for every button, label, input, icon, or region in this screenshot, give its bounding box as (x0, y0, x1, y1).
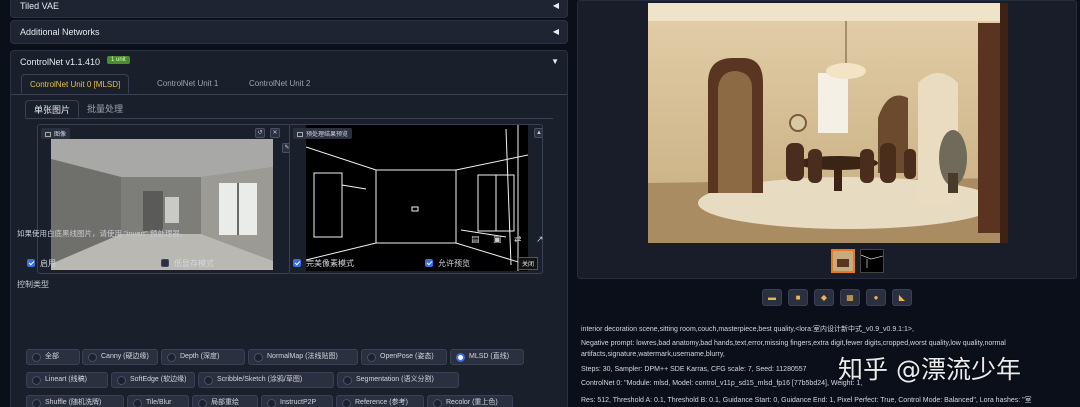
control-type-option[interactable]: Scribble/Sketch (涂鸦/草图) (198, 372, 334, 388)
open-folder-icon[interactable]: ▬ (762, 289, 782, 306)
checkbox-label: 完美像素模式 (306, 259, 354, 268)
image-label: 图像 (41, 128, 71, 139)
control-type-option[interactable]: Tile/Blur (127, 395, 189, 407)
preview-image (305, 125, 529, 271)
upload-icon[interactable]: ▲ (534, 128, 542, 138)
tab-batch[interactable]: 批量处理 (79, 100, 131, 118)
control-type-option[interactable]: Canny (硬边缘) (82, 349, 158, 365)
checkbox-label: 启用 (40, 259, 56, 268)
control-type-option[interactable]: Recolor (重上色) (427, 395, 513, 407)
swap-icon[interactable]: ⇄ (514, 234, 522, 245)
checkbox-box[interactable] (27, 259, 35, 267)
close-preview-button[interactable]: 关闭 (517, 257, 538, 270)
controlnet-title[interactable]: ControlNet v1.1.410 (20, 57, 100, 67)
expand-arrow-icon[interactable]: ▼ (551, 57, 559, 66)
image-label-text: 图像 (54, 132, 67, 138)
output-panel: ▬ ■ ◆ ▦ ● ◣ interior decoration scene,si… (572, 0, 1080, 407)
zip-icon[interactable]: ◆ (814, 289, 834, 306)
generated-image[interactable] (648, 3, 1008, 243)
tab-controlnet-unit-0[interactable]: ControlNet Unit 0 [MLSD] (21, 74, 130, 94)
image-icon (297, 131, 303, 137)
input-image (51, 139, 273, 270)
close-icon[interactable]: ✕ (270, 128, 280, 138)
accordion-title: Tiled VAE (20, 1, 60, 11)
control-type-option[interactable]: 全部 (26, 349, 80, 365)
tab-controlnet-unit-1[interactable]: ControlNet Unit 1 (149, 74, 226, 94)
tab-single-image[interactable]: 单张图片 (25, 100, 80, 118)
new-canvas-icon[interactable]: ▤ (471, 234, 480, 245)
pixel-perfect-checkbox[interactable]: 完美像素模式 (293, 258, 354, 269)
checkbox-label: 允许预览 (438, 259, 470, 268)
left-panel: Tiled VAE ◀ Additional Networks ◀ Contro… (0, 0, 572, 407)
preview-label: 预处理结果预览 (293, 128, 353, 139)
tab-divider (11, 94, 567, 95)
control-type-option[interactable]: NormalMap (法线贴图) (248, 349, 358, 365)
collapse-arrow-icon[interactable]: ◀ (553, 1, 559, 10)
send-dimensions-icon[interactable]: ↗ (536, 234, 544, 245)
control-type-option[interactable]: OpenPose (姿态) (361, 349, 447, 365)
send-to-inpaint-icon[interactable]: ● (866, 289, 886, 306)
generation-info-line: Negative prompt: lowres,bad anatomy,bad … (581, 340, 1006, 347)
low-vram-checkbox[interactable]: 低显存模式 (161, 258, 214, 269)
send-to-extras-icon[interactable]: ◣ (892, 289, 912, 306)
save-icon[interactable]: ■ (788, 289, 808, 306)
gallery-thumbnail-map[interactable] (860, 249, 884, 273)
generation-info-line: artifacts,signature,watermark,username,b… (581, 351, 725, 358)
output-gallery (577, 0, 1077, 279)
gallery-thumbnail-output[interactable] (831, 249, 855, 273)
additional-networks-accordion[interactable]: Additional Networks ◀ (10, 20, 568, 44)
generation-info-line: Steps: 30, Sampler: DPM++ SDE Karras, CF… (581, 366, 807, 373)
input-image-box[interactable]: 图像 ↺ ✕ ✎ (37, 124, 291, 274)
undo-icon[interactable]: ↺ (255, 128, 265, 138)
preview-label-text: 预处理结果预览 (306, 132, 349, 138)
tab-controlnet-unit-2[interactable]: ControlNet Unit 2 (241, 74, 318, 94)
control-type-option[interactable]: Lineart (线稿) (26, 372, 108, 388)
checkbox-box[interactable] (425, 259, 433, 267)
allow-preview-checkbox[interactable]: 允许预览 (425, 258, 470, 269)
control-type-option[interactable]: InstructP2P (261, 395, 333, 407)
generation-info-line: ControlNet 0: "Module: mlsd, Model: cont… (581, 380, 863, 387)
accordion-title: Additional Networks (20, 27, 100, 37)
generation-info-line: Res: 512, Threshold A: 0.1, Threshold B:… (581, 397, 1032, 404)
send-to-img2img-icon[interactable]: ▦ (840, 289, 860, 306)
control-type-option[interactable]: Shuffle (随机洗牌) (26, 395, 124, 407)
generation-info-line: interior decoration scene,sitting room,c… (581, 326, 914, 333)
tiled-vae-accordion[interactable]: Tiled VAE ◀ (10, 0, 568, 18)
watermark: 知乎 @漂流少年 (838, 355, 1021, 384)
control-type-option[interactable]: SoftEdge (软边缘) (111, 372, 195, 388)
subtab-divider (25, 118, 553, 119)
checkbox-box[interactable] (293, 259, 301, 267)
control-type-option[interactable]: Segmentation (语义分割) (337, 372, 459, 388)
checkbox-box[interactable] (161, 259, 169, 267)
preprocessor-preview-box[interactable]: 预处理结果预览 关闭 ▲ (289, 124, 543, 274)
control-type-option-selected[interactable]: MLSD (直线) (450, 349, 524, 365)
control-type-option[interactable]: Reference (参考) (336, 395, 424, 407)
enable-checkbox[interactable]: 启用 (27, 258, 56, 269)
checkbox-label: 低显存模式 (174, 259, 214, 268)
invert-hint: 如果使用白底黑线图片，请使用 "invert" 预处理器。 (17, 229, 188, 238)
control-type-option[interactable]: Depth (深度) (161, 349, 245, 365)
unit-count-badge: 1 unit (107, 56, 130, 64)
collapse-arrow-icon[interactable]: ◀ (553, 27, 559, 36)
camera-icon[interactable]: ▣ (493, 234, 502, 245)
control-type-label: 控制类型 (17, 280, 49, 289)
image-icon (45, 131, 51, 137)
control-type-option[interactable]: 局部重绘 (192, 395, 258, 407)
